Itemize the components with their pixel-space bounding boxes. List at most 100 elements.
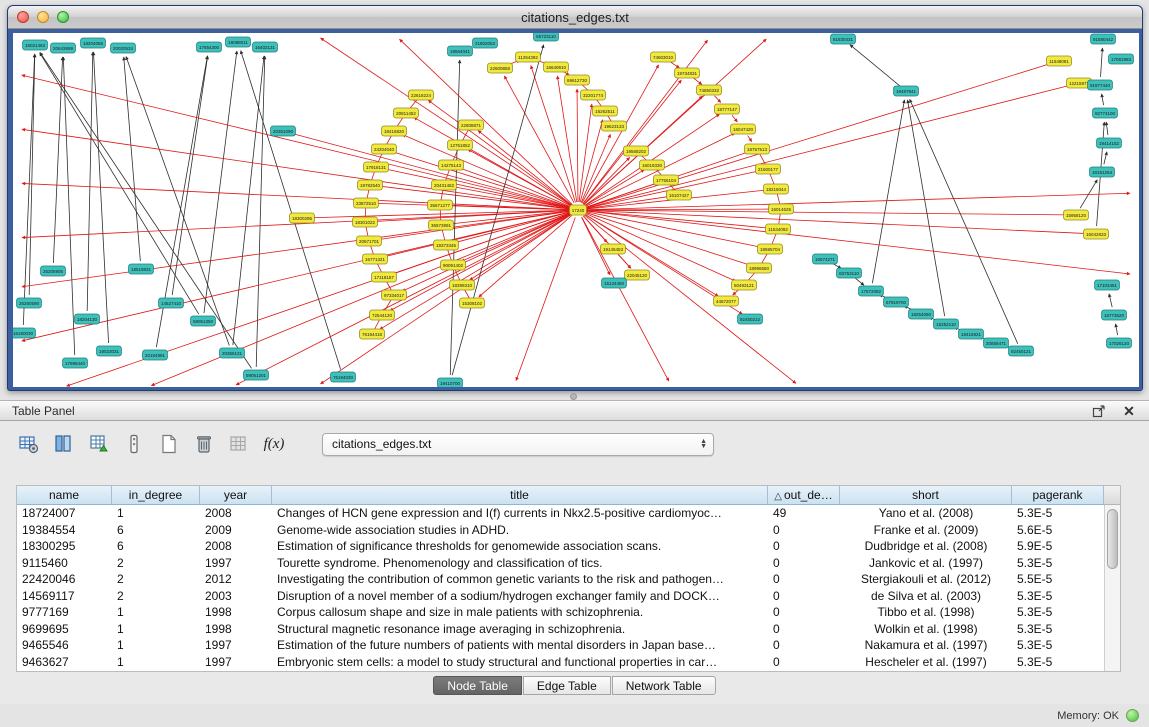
tab-edge-table[interactable]: Edge Table <box>523 676 611 695</box>
graph-node[interactable]: 20671701 <box>357 236 382 246</box>
graph-edge[interactable] <box>850 45 900 86</box>
graph-node[interactable]: 50493121 <box>732 280 757 290</box>
table-row[interactable]: 1938455462009Genome-wide association stu… <box>17 522 1120 539</box>
graph-edge[interactable] <box>586 196 670 209</box>
graph-node[interactable]: 19782540 <box>358 180 383 190</box>
graph-node[interactable]: 83763110 <box>837 268 862 278</box>
graph-node[interactable]: 18216044 <box>764 184 789 194</box>
float-panel-icon[interactable] <box>1091 403 1107 419</box>
graph-edge[interactable] <box>557 76 576 202</box>
graph-node[interactable]: 20020534 <box>111 43 136 53</box>
graph-node[interactable]: 76194030 <box>331 372 356 382</box>
table-row[interactable]: 977716911998Corpus callosum shape and si… <box>17 604 1120 621</box>
graph-edge[interactable] <box>241 51 341 370</box>
graph-edge[interactable] <box>172 56 208 295</box>
graph-node[interactable]: 19145453 <box>601 244 626 254</box>
graph-edge[interactable] <box>910 99 1018 343</box>
graph-edge[interactable] <box>586 64 1051 208</box>
minimize-button[interactable] <box>37 11 49 23</box>
column-header-year[interactable]: year <box>200 486 272 505</box>
graph-node[interactable]: 14527410 <box>159 298 184 308</box>
table-row[interactable]: 1456911722003Disruption of a novel membe… <box>17 588 1120 605</box>
graph-node[interactable]: 16190030 <box>13 328 35 338</box>
graph-node[interactable]: 24204040 <box>372 144 397 154</box>
graph-edge[interactable] <box>23 54 34 325</box>
show-columns-icon[interactable] <box>51 431 77 457</box>
graph-edge[interactable] <box>732 115 737 122</box>
graph-edge[interactable] <box>693 78 702 85</box>
graph-node[interactable]: 18301022 <box>353 217 378 227</box>
graph-node[interactable]: 16021463 <box>23 40 48 50</box>
graph-node[interactable]: 20351090 <box>271 126 296 136</box>
graph-edge[interactable] <box>29 54 35 295</box>
table-row[interactable]: 946554611997Estimation of the future num… <box>17 637 1120 654</box>
graph-node[interactable]: 19734831 <box>675 68 700 78</box>
graph-edge[interactable] <box>872 100 904 283</box>
graph-node[interactable]: 35671277 <box>428 200 453 210</box>
graph-node[interactable]: 19373345 <box>434 240 459 250</box>
graph-node[interactable]: 17081983 <box>1109 54 1134 64</box>
graph-node[interactable]: 18777147 <box>715 104 740 114</box>
graph-edge[interactable] <box>1102 94 1104 105</box>
graph-node[interactable]: 17103451 <box>1095 280 1120 290</box>
graph-node[interactable]: 17240 <box>570 205 587 215</box>
graph-node[interactable]: 19623133 <box>602 121 627 131</box>
graph-node[interactable]: 67919700 <box>884 297 909 307</box>
graph-edge[interactable] <box>1109 294 1112 307</box>
graph-edge[interactable] <box>1080 180 1097 208</box>
table-row[interactable]: 1872400712008Changes of HCN gene express… <box>17 505 1120 522</box>
graph-node[interactable]: 15308102 <box>460 298 485 308</box>
graph-edge[interactable] <box>582 65 659 203</box>
graph-edge[interactable] <box>124 57 141 261</box>
graph-edge[interactable] <box>390 214 571 311</box>
graph-edge[interactable] <box>586 211 769 228</box>
graph-edge[interactable] <box>586 85 1071 208</box>
graph-node[interactable]: 44672077 <box>714 296 739 306</box>
graph-node[interactable]: 36573991 <box>429 220 454 230</box>
close-button[interactable] <box>17 11 29 23</box>
graph-edge[interactable] <box>459 168 570 207</box>
panel-resize-handle[interactable] <box>564 393 582 399</box>
column-header-title[interactable]: title <box>272 486 768 505</box>
graph-node[interactable]: 55723110 <box>534 33 559 41</box>
graph-node[interactable]: 18757513 <box>745 144 770 154</box>
graph-node[interactable]: 22045120 <box>625 270 650 280</box>
graph-edge[interactable] <box>579 104 592 202</box>
graph-node[interactable]: 20811452 <box>394 108 419 118</box>
graph-edge[interactable] <box>908 100 945 316</box>
graph-node[interactable]: 18254060 <box>909 309 934 319</box>
graph-node[interactable]: 16042833 <box>1084 229 1109 239</box>
graph-node[interactable]: 11548081 <box>1047 56 1072 66</box>
graph-edge[interactable] <box>531 66 576 203</box>
graph-node[interactable]: 74503010 <box>651 52 676 62</box>
graph-node[interactable]: 92450212 <box>738 314 763 324</box>
graph-node[interactable]: 15134450 <box>602 278 627 288</box>
graph-node[interactable]: 16014625 <box>769 204 794 214</box>
graph-node[interactable]: 22808871 <box>459 120 484 130</box>
graph-node[interactable]: 18191254 <box>1090 167 1115 177</box>
graph-node[interactable]: 20184991 <box>143 350 168 360</box>
graph-node[interactable]: 11254392 <box>516 52 541 62</box>
graph-edge[interactable] <box>733 290 738 295</box>
graph-node[interactable]: 20431452 <box>432 180 457 190</box>
graph-node[interactable]: 18204055 <box>81 38 106 48</box>
graph-node[interactable]: 17998440 <box>63 358 88 368</box>
graph-node[interactable]: 21600177 <box>756 164 781 174</box>
graph-node[interactable]: 16402131 <box>253 42 278 52</box>
graph-node[interactable]: 59051201 <box>244 370 269 380</box>
graph-node[interactable]: 25260590 <box>17 298 42 308</box>
graph-node[interactable]: 91580442 <box>1091 34 1116 44</box>
table-settings-icon[interactable] <box>16 431 42 457</box>
window-titlebar[interactable]: citations_edges.txt <box>8 6 1142 29</box>
tab-network-table[interactable]: Network Table <box>612 676 716 695</box>
graph-node[interactable]: 19088011 <box>226 37 251 47</box>
graph-edge[interactable] <box>855 278 864 285</box>
graph-edge[interactable] <box>715 96 721 103</box>
zoom-button[interactable] <box>57 11 69 23</box>
graph-edge[interactable] <box>670 61 680 68</box>
graph-node[interactable]: 11534092 <box>766 224 791 234</box>
graph-node[interactable]: 19487941 <box>894 86 919 96</box>
graph-node[interactable]: 14275143 <box>439 160 464 170</box>
graph-node[interactable]: 16262511 <box>593 106 618 116</box>
graph-edge[interactable] <box>380 214 571 329</box>
